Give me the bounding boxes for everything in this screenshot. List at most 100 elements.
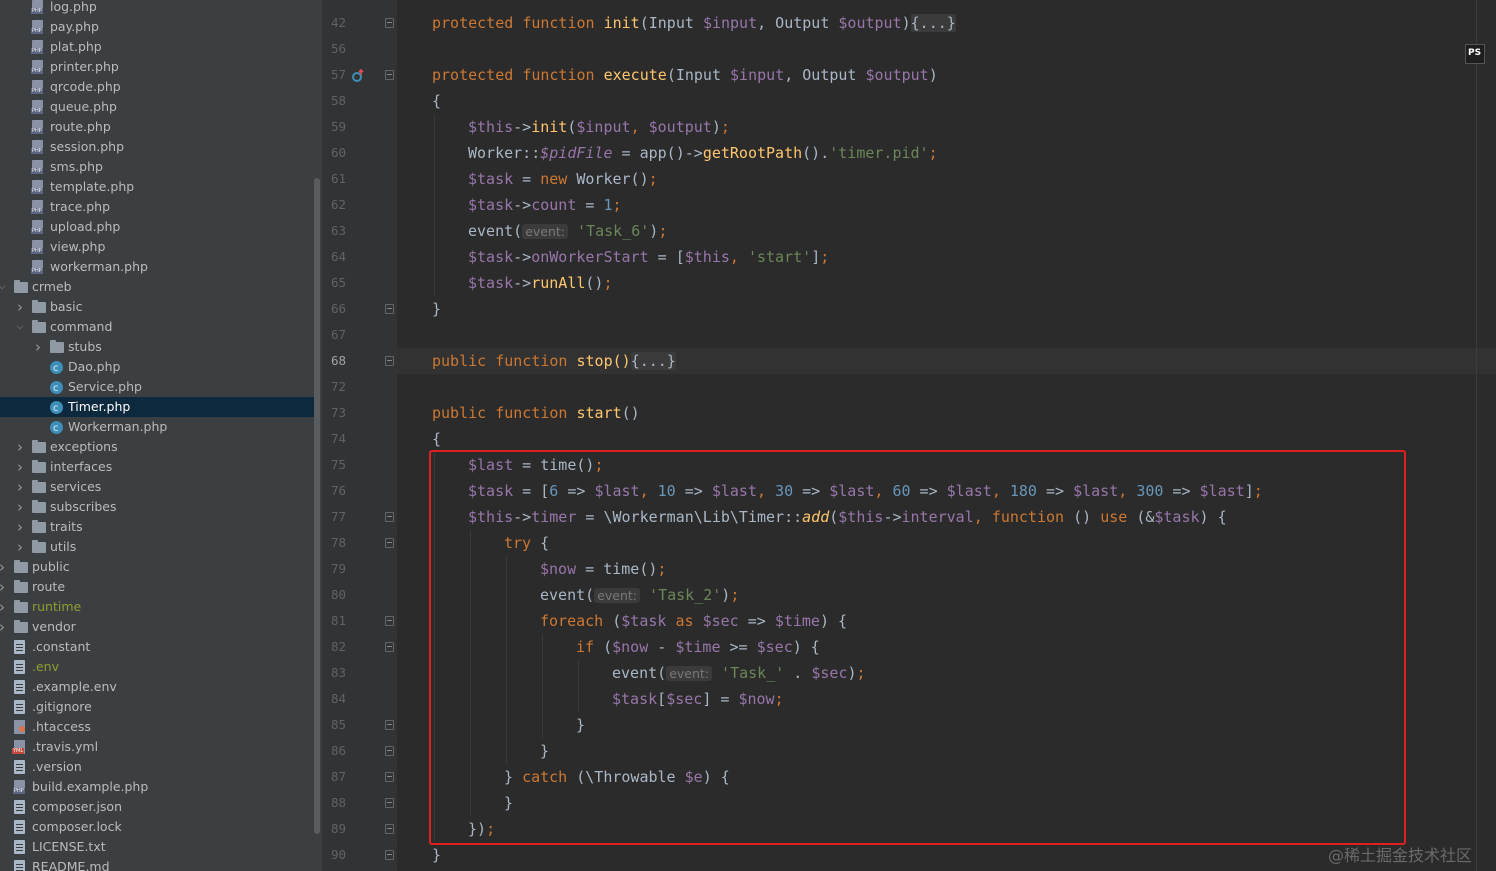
fold-marker-icon[interactable] (385, 798, 394, 808)
tree-item[interactable]: view.php (0, 237, 314, 257)
tree-item[interactable]: build.example.php (0, 777, 314, 797)
tree-item[interactable]: LICENSE.txt (0, 837, 314, 857)
tree-item[interactable]: › runtime (0, 597, 314, 617)
code-line[interactable]: public function stop(){...} (432, 348, 676, 374)
project-tree-scrollbar[interactable] (314, 178, 320, 834)
code-token[interactable]: {...} (630, 352, 676, 370)
tree-item[interactable]: Timer.php (0, 397, 314, 419)
tree-item[interactable]: route.php (0, 117, 314, 137)
chevron-down-icon[interactable]: ⌵ (15, 317, 25, 337)
line-number: 77 (330, 509, 346, 524)
code-line[interactable]: { (432, 426, 441, 452)
chevron-right-icon[interactable]: › (0, 597, 7, 617)
tree-item[interactable]: .example.env (0, 677, 314, 697)
tree-item[interactable]: qrcode.php (0, 77, 314, 97)
code-token[interactable]: {...} (910, 14, 956, 32)
phpstorm-icon[interactable]: PS (1465, 44, 1485, 64)
tree-item[interactable]: › utils (0, 537, 314, 557)
line-number: 66 (330, 301, 346, 316)
fold-marker-icon[interactable] (385, 512, 394, 522)
tree-item[interactable]: workerman.php (0, 257, 314, 277)
tree-item[interactable]: › route (0, 577, 314, 597)
tree-item[interactable]: .htaccess (0, 717, 314, 737)
override-method-icon[interactable] (351, 69, 365, 83)
tree-item[interactable]: composer.lock (0, 817, 314, 837)
tree-item[interactable]: › subscribes (0, 497, 314, 517)
tree-item[interactable]: composer.json (0, 797, 314, 817)
fold-marker-icon[interactable] (385, 850, 394, 860)
chevron-right-icon[interactable]: › (15, 537, 25, 557)
tree-item[interactable]: .constant (0, 637, 314, 657)
tree-item[interactable]: .travis.yml (0, 737, 314, 757)
tree-item[interactable]: sms.php (0, 157, 314, 177)
fold-marker-icon[interactable] (385, 304, 394, 314)
chevron-right-icon[interactable]: › (15, 437, 25, 457)
tree-item[interactable]: README.md (0, 857, 314, 871)
fold-marker-icon[interactable] (385, 824, 394, 834)
tree-item[interactable]: pay.php (0, 17, 314, 37)
tree-item[interactable]: template.php (0, 177, 314, 197)
chevron-down-icon[interactable]: ⌵ (0, 277, 7, 297)
chevron-right-icon[interactable]: › (15, 297, 25, 317)
chevron-right-icon[interactable]: › (0, 577, 7, 597)
tree-item[interactable]: › exceptions (0, 437, 314, 457)
code-line[interactable]: public function start() (432, 400, 640, 426)
fold-marker-icon[interactable] (385, 720, 394, 730)
tree-item[interactable]: plat.php (0, 37, 314, 57)
code-line[interactable]: Worker::$pidFile = app()->getRootPath().… (468, 140, 938, 166)
code-line[interactable]: protected function execute(Input $input,… (432, 62, 938, 88)
code-token: = app()-> (612, 144, 703, 162)
tree-item[interactable]: › traits (0, 517, 314, 537)
code-line[interactable]: $task->onWorkerStart = [$this, 'start']; (468, 244, 829, 270)
tree-item[interactable]: log.php (0, 0, 314, 17)
code-line[interactable]: event(event: 'Task_6'); (468, 218, 667, 244)
tree-item[interactable]: › services (0, 477, 314, 497)
code-line[interactable]: protected function init(Input $input, Ou… (432, 10, 956, 36)
tree-item[interactable]: › stubs (0, 337, 314, 357)
tree-item[interactable]: › public (0, 557, 314, 577)
chevron-right-icon[interactable]: › (15, 517, 25, 537)
chevron-right-icon[interactable]: › (15, 457, 25, 477)
tree-item[interactable]: › basic (0, 297, 314, 317)
tree-item[interactable]: trace.php (0, 197, 314, 217)
tree-item[interactable]: ⌵ crmeb (0, 277, 314, 297)
code-line[interactable]: { (432, 88, 441, 114)
tree-item[interactable]: › interfaces (0, 457, 314, 477)
tree-item-label: view.php (50, 239, 106, 254)
tree-item[interactable]: Service.php (0, 377, 314, 399)
chevron-right-icon[interactable]: › (0, 617, 7, 637)
tree-item[interactable]: Dao.php (0, 357, 314, 379)
php-file-icon (31, 120, 43, 134)
code-token: ] (811, 248, 821, 266)
tree-item[interactable]: Workerman.php (0, 417, 314, 439)
code-line[interactable]: } (432, 296, 441, 322)
chevron-right-icon[interactable]: › (15, 477, 25, 497)
tree-item[interactable]: .version (0, 757, 314, 777)
tree-item[interactable]: .gitignore (0, 697, 314, 717)
tree-item[interactable]: .env (0, 657, 314, 677)
code-line[interactable]: $task->count = 1; (468, 192, 622, 218)
chevron-right-icon[interactable]: › (15, 497, 25, 517)
fold-marker-icon[interactable] (385, 18, 394, 28)
tree-item[interactable]: session.php (0, 137, 314, 157)
fold-marker-icon[interactable] (385, 356, 394, 366)
line-number: 86 (330, 743, 346, 758)
fold-marker-icon[interactable] (385, 642, 394, 652)
code-line[interactable]: } (432, 842, 441, 868)
chevron-right-icon[interactable]: › (33, 337, 43, 357)
fold-marker-icon[interactable] (385, 70, 394, 80)
chevron-right-icon[interactable]: › (0, 557, 7, 577)
fold-marker-icon[interactable] (385, 616, 394, 626)
code-line[interactable]: $task->runAll(); (468, 270, 613, 296)
fold-marker-icon[interactable] (385, 746, 394, 756)
tree-item[interactable]: upload.php (0, 217, 314, 237)
tree-item[interactable]: printer.php (0, 57, 314, 77)
tree-item[interactable]: ⌵ command (0, 317, 314, 337)
fold-marker-icon[interactable] (385, 538, 394, 548)
code-line[interactable]: $task = new Worker(); (468, 166, 658, 192)
tree-item[interactable]: queue.php (0, 97, 314, 117)
code-line[interactable]: $this->init($input, $output); (468, 114, 730, 140)
tree-item[interactable]: › vendor (0, 617, 314, 637)
fold-marker-icon[interactable] (385, 772, 394, 782)
line-number: 56 (330, 41, 346, 56)
